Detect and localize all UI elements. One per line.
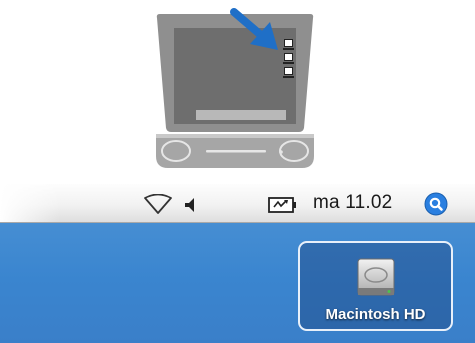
volume-icon[interactable] [183, 196, 197, 219]
drive-mini-icon [283, 39, 294, 50]
wifi-icon[interactable] [143, 193, 173, 221]
battery-icon[interactable] [268, 196, 298, 219]
menu-bar [0, 184, 475, 223]
spotlight-icon[interactable] [424, 192, 448, 221]
pointer-arrow-icon [230, 8, 282, 59]
menu-clock[interactable]: ma 11.02 [313, 192, 392, 214]
macintosh-hd-label[interactable]: Macintosh HD [302, 306, 449, 323]
desktop-icons-illustration [283, 39, 296, 83]
drive-mini-icon [283, 53, 294, 64]
drive-mini-icon [283, 67, 294, 78]
hard-drive-icon[interactable] [354, 255, 398, 306]
